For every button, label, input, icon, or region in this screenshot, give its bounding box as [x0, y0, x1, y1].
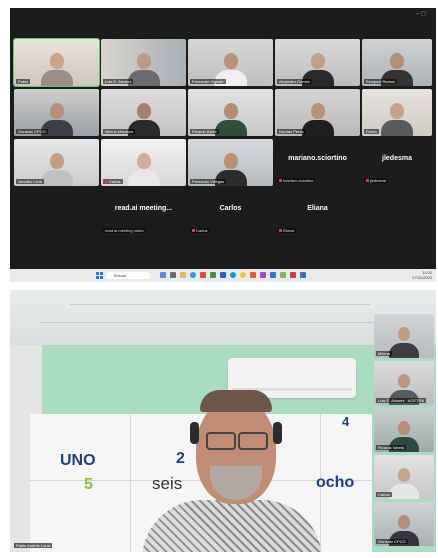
participant-name-label: Pablo — [16, 79, 31, 84]
participant-name-label: Ricardo Barre — [190, 129, 219, 134]
participant-name-tile-4[interactable]: Carlos Carlos — [188, 189, 273, 236]
speaker-glasses-left — [206, 432, 236, 450]
window-controls[interactable]: – ◻ — [416, 10, 426, 17]
app-icon[interactable] — [250, 272, 256, 278]
participant-display-name: jledesma — [382, 155, 412, 162]
muted-mic-icon — [279, 179, 282, 182]
participant-body — [41, 70, 73, 86]
app-icon-2[interactable] — [280, 272, 286, 278]
participant-tile-9[interactable]: Nicolas Perez — [275, 89, 360, 136]
speaker-glasses-right — [238, 432, 268, 450]
participant-name-tile-2[interactable]: jledesma jledesma — [362, 139, 432, 186]
speaker-hair — [200, 390, 272, 412]
participant-name-label: Ricardo Varela — [376, 445, 407, 450]
board-word-four: 4 — [342, 414, 350, 429]
headset-icon — [190, 422, 199, 444]
participant-name-label: Alejandro Gomez — [277, 79, 312, 84]
participant-name-label: Gonzalo CPCO — [376, 539, 408, 544]
participant-name-tile-5[interactable]: Eliana Eliana — [275, 189, 360, 236]
participant-tile-4[interactable]: Alejandro Gomez — [275, 39, 360, 86]
participant-display-name: Eliana — [307, 205, 328, 212]
side-participant-tile-5[interactable]: Gonzalo CPCO — [374, 502, 434, 546]
office-icon[interactable] — [200, 272, 206, 278]
participant-name-label: Jennifer Lima — [16, 179, 45, 184]
participant-name-label: Milena — [376, 351, 392, 356]
side-participant-tile-4[interactable]: Carlos — [374, 455, 434, 499]
participant-display-name: read.ai meeting... — [114, 205, 173, 212]
participant-name-label: Carlos — [103, 179, 123, 184]
widgets-icon[interactable] — [170, 272, 176, 278]
participant-name-label: Gonzalo CPCO — [16, 129, 48, 134]
participant-tile-6[interactable]: Gonzalo CPCO — [14, 89, 99, 136]
participant-tile-1[interactable]: Pablo — [13, 38, 100, 87]
task-view-icon[interactable] — [160, 272, 166, 278]
zoom-icon[interactable] — [230, 272, 236, 278]
board-word-two: 2 — [176, 450, 185, 467]
excel-icon[interactable] — [210, 272, 216, 278]
windows-start-icon[interactable] — [96, 272, 103, 279]
participant-tile-2[interactable]: Luis E. Alvarez — [101, 39, 186, 86]
board-word-seis: seis — [152, 474, 183, 493]
participant-avatar — [50, 53, 64, 69]
tray-date: 27/11/2023 — [412, 274, 432, 280]
participant-name-label: Flavia — [364, 129, 379, 134]
participant-name-label: Fernando Vignale — [190, 79, 226, 84]
participant-tile-7[interactable]: Milena Marasco — [101, 89, 186, 136]
participant-name-label: Milena Marasco — [103, 129, 136, 134]
participant-name-label: Nicolas Perez — [277, 129, 306, 134]
side-participant-tile-1[interactable]: Milena — [374, 314, 434, 358]
gallery-view-screenshot: – ◻ Pablo Luis E. Alvarez Fernando Vigna… — [10, 8, 436, 282]
chrome-icon[interactable] — [240, 272, 246, 278]
muted-mic-icon — [279, 229, 282, 232]
muted-mic-icon — [192, 229, 195, 232]
speaker-view-screenshot: UNO 2 4 5 seis ocho Pablo Andrés Luna Mi… — [10, 290, 436, 552]
muted-mic-icon — [366, 179, 369, 182]
participant-name-label: Ezequiel Ramos — [364, 79, 398, 84]
file-explorer-icon[interactable] — [180, 272, 186, 278]
app-icon-4[interactable] — [300, 272, 306, 278]
participant-tile-12[interactable]: Carlos — [101, 139, 186, 186]
participant-name-label: read.ai meeting notes — [103, 228, 146, 233]
speaker-name-label: Pablo Andrés Luna — [14, 543, 52, 548]
participant-name-label: Carlos — [376, 492, 392, 497]
board-word-five: 5 — [84, 476, 93, 493]
participant-name-tile-3[interactable]: read.ai meeting... read.ai meeting notes — [101, 189, 186, 236]
taskbar-search-box[interactable]: Buscar — [106, 272, 150, 279]
participant-tile-11[interactable]: Jennifer Lima — [14, 139, 99, 186]
participant-name-label: jledesma — [364, 178, 389, 183]
system-tray[interactable]: 11:02 27/11/2023 — [412, 270, 432, 280]
side-participant-tile-2[interactable]: Luis E. Alvarez · ACETRA — [374, 361, 434, 405]
participant-display-name: Carlos — [219, 205, 242, 212]
participant-name-label: Carlos — [190, 228, 210, 233]
side-participant-tile-3[interactable]: Ricardo Varela — [374, 408, 434, 452]
edge-icon[interactable] — [190, 272, 196, 278]
participant-tile-13[interactable]: Fernando Villegas — [188, 139, 273, 186]
ceiling — [10, 290, 436, 345]
participant-name-label: Eliana — [277, 228, 297, 233]
participant-tile-8[interactable]: Ricardo Barre — [188, 89, 273, 136]
participant-name-tile-1[interactable]: mariano.sciortino mariano.sciortino — [275, 139, 360, 186]
participant-tile-10[interactable]: Flavia — [362, 89, 432, 136]
participant-name-label: Luis E. Alvarez · ACETRA — [376, 398, 427, 403]
participant-name-label: Luis E. Alvarez — [103, 79, 134, 84]
muted-mic-icon — [105, 180, 108, 184]
teams-icon[interactable] — [260, 272, 266, 278]
participant-tile-3[interactable]: Fernando Vignale — [188, 39, 273, 86]
word-icon[interactable] — [220, 272, 226, 278]
participant-display-name: mariano.sciortino — [288, 155, 347, 162]
participant-tile-5[interactable]: Ezequiel Ramos — [362, 39, 432, 86]
participant-name-label: mariano.sciortino — [277, 178, 316, 183]
outlook-icon[interactable] — [270, 272, 276, 278]
participant-name-label: Fernando Villegas — [190, 179, 227, 184]
app-icon-3[interactable] — [290, 272, 296, 278]
board-word-ocho: ocho — [316, 474, 355, 491]
windows-taskbar: Buscar 11:02 27/11/2023 — [10, 269, 436, 282]
board-word-uno: UNO — [60, 452, 96, 469]
